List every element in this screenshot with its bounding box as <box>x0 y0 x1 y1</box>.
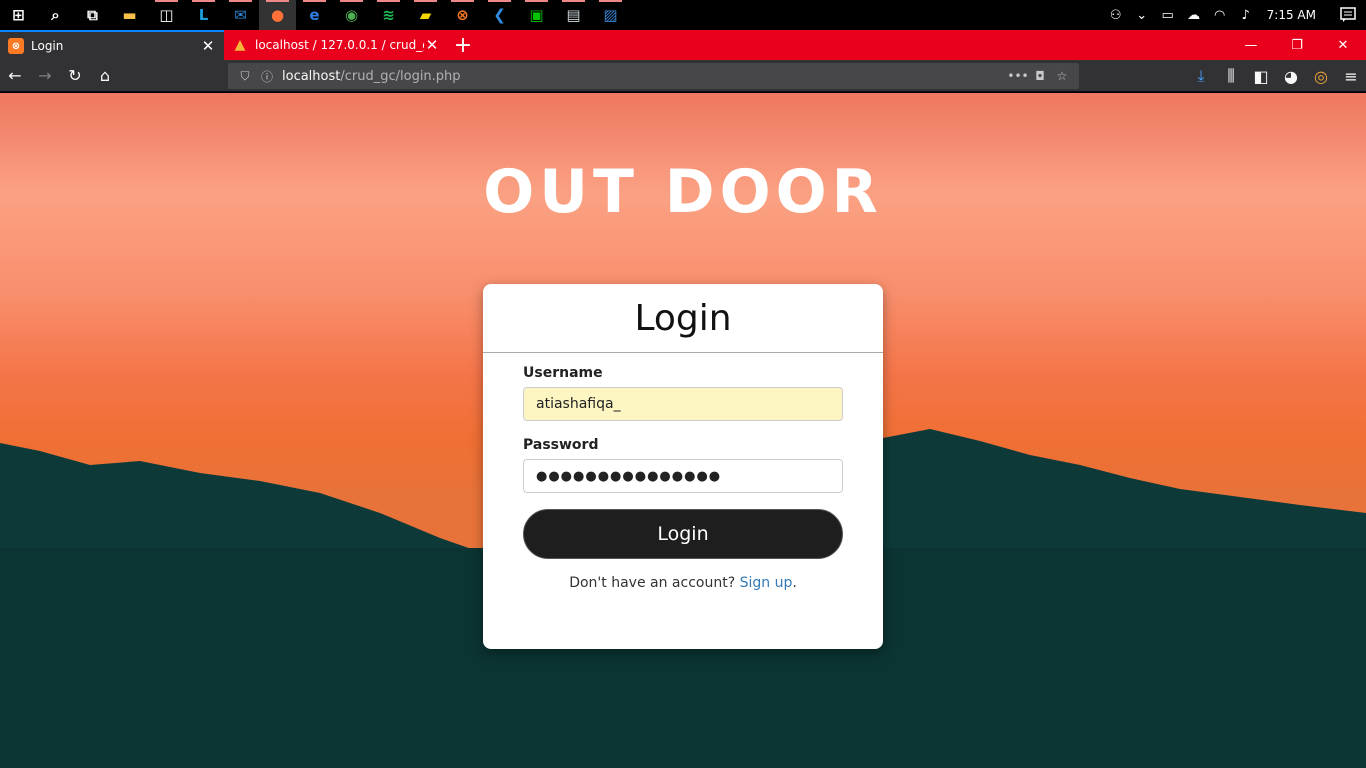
signup-prompt: Don't have an account? Sign up. <box>523 575 843 591</box>
mail-icon-glyph: ✉ <box>234 6 247 24</box>
password-label: Password <box>523 437 599 453</box>
login-button[interactable]: Login <box>523 509 843 559</box>
windows-taskbar: ⊞ ⌕ ⧉ ▬ ◫ L ✉ ● e ◉ ≋ ▰ ⊗ ❮ ▣ ▤ ▨ ⚇ ⌄ ▭ ☁ ◠ ♪ 7:15 AM <box>0 0 1366 30</box>
tracking-shield-icon[interactable]: ⛉ <box>234 69 256 84</box>
phpmyadmin-favicon-icon: ▲ <box>234 37 246 53</box>
task-view-icon-glyph: ⧉ <box>87 6 98 24</box>
xampp-icon-glyph: ⊗ <box>456 6 469 24</box>
tab-phpmyadmin[interactable]: ▲ localhost / 127.0.0.1 / crud_gc | p ✕ <box>224 30 448 60</box>
file-explorer-icon-glyph: ▬ <box>122 6 137 24</box>
mail-icon[interactable]: ✉ <box>222 0 259 30</box>
app-l-icon-glyph: L <box>198 6 209 24</box>
username-label: Username <box>523 365 603 381</box>
chrome-icon[interactable]: ◉ <box>333 0 370 30</box>
photos-icon[interactable]: ▨ <box>592 0 629 30</box>
line-icon[interactable]: ▣ <box>518 0 555 30</box>
reload-icon[interactable]: ↻ <box>60 60 90 92</box>
store-icon[interactable]: ◫ <box>148 0 185 30</box>
browser-nav-bar: ← → ↻ ⌂ ⛉ ⓘ localhost/crud_gc/login.php … <box>0 60 1366 92</box>
search-icon[interactable]: ⌕ <box>37 0 74 30</box>
close-window-icon[interactable]: ✕ <box>1320 30 1366 60</box>
login-form: Username atiashafiqa_ Password ●●●●●●●●●… <box>483 353 883 591</box>
people-icon[interactable]: ⚇ <box>1103 0 1129 30</box>
sticky-notes-icon[interactable]: ▰ <box>407 0 444 30</box>
page-viewport: OUT DOOR Login Username atiashafiqa_ Pas… <box>0 93 1366 768</box>
vscode-icon[interactable]: ❮ <box>481 0 518 30</box>
menu-icon[interactable]: ≡ <box>1336 60 1366 92</box>
extension-icon[interactable]: ◎ <box>1306 60 1336 92</box>
firefox-icon-glyph: ● <box>270 6 285 24</box>
window-controls: — ❐ ✕ <box>1228 30 1366 60</box>
back-icon[interactable]: ← <box>0 60 30 92</box>
clock[interactable]: 7:15 AM <box>1259 8 1330 22</box>
xampp-icon[interactable]: ⊗ <box>444 0 481 30</box>
photos-icon-glyph: ▨ <box>603 6 618 24</box>
line-icon-glyph: ▣ <box>529 6 544 24</box>
bookmark-star-icon[interactable]: ☆ <box>1051 69 1073 83</box>
site-info-icon[interactable]: ⓘ <box>256 68 278 85</box>
login-card: Login Username atiashafiqa_ Password ●●●… <box>483 284 883 649</box>
notifications-icon[interactable] <box>1330 0 1366 30</box>
signup-link[interactable]: Sign up <box>740 575 793 591</box>
firefox-icon[interactable]: ● <box>259 0 296 30</box>
onedrive-cloud-icon[interactable]: ☁ <box>1181 0 1207 30</box>
minimize-icon[interactable]: — <box>1228 30 1274 60</box>
browser-tab-bar: ⊗ Login ✕ ▲ localhost / 127.0.0.1 / crud… <box>0 30 1366 60</box>
battery-icon[interactable]: ▭ <box>1155 0 1181 30</box>
close-tab-icon[interactable]: ✕ <box>200 37 216 55</box>
wifi-icon[interactable]: ◠ <box>1207 0 1233 30</box>
close-tab-icon[interactable]: ✕ <box>424 36 440 54</box>
card-title: Login <box>483 284 883 353</box>
url-path: /crud_gc/login.php <box>340 68 461 84</box>
edge-icon[interactable]: e <box>296 0 333 30</box>
spotify-icon[interactable]: ≋ <box>370 0 407 30</box>
chevron-up-icon[interactable]: ⌄ <box>1129 0 1155 30</box>
url-bar[interactable]: ⛉ ⓘ localhost/crud_gc/login.php ••• ◘ ☆ <box>228 63 1079 89</box>
notepad-icon-glyph: ▤ <box>566 6 581 24</box>
sticky-notes-icon-glyph: ▰ <box>419 6 432 24</box>
tab-login[interactable]: ⊗ Login ✕ <box>0 30 224 60</box>
library-icon[interactable]: ⫼ <box>1216 60 1246 92</box>
notepad-icon[interactable]: ▤ <box>555 0 592 30</box>
username-input[interactable]: atiashafiqa_ <box>523 387 843 421</box>
signup-text: Don't have an account? <box>569 575 736 591</box>
vscode-icon-glyph: ❮ <box>493 6 506 24</box>
password-input[interactable]: ●●●●●●●●●●●●●●● <box>523 459 843 493</box>
home-icon[interactable]: ⌂ <box>90 60 120 92</box>
tab-title: Login <box>31 39 64 53</box>
edge-icon-glyph: e <box>309 6 320 24</box>
chrome-icon-glyph: ◉ <box>344 6 359 24</box>
page-actions-icon[interactable]: ••• <box>1007 69 1029 83</box>
new-tab-button[interactable]: + <box>448 30 478 60</box>
restore-icon[interactable]: ❐ <box>1274 30 1320 60</box>
downloads-icon[interactable]: ⤓ <box>1186 60 1216 92</box>
tab-title: localhost / 127.0.0.1 / crud_gc | p <box>255 38 424 52</box>
brand-title: OUT DOOR <box>483 157 883 227</box>
windows-start-icon-glyph: ⊞ <box>12 6 25 24</box>
app-l-icon[interactable]: L <box>185 0 222 30</box>
search-icon-glyph: ⌕ <box>51 6 60 24</box>
volume-icon[interactable]: ♪ <box>1233 0 1259 30</box>
url-text: localhost/crud_gc/login.php <box>282 69 461 84</box>
account-icon[interactable]: ◕ <box>1276 60 1306 92</box>
signup-period: . <box>792 575 797 591</box>
taskbar-icons: ⊞ ⌕ ⧉ ▬ ◫ L ✉ ● e ◉ ≋ ▰ ⊗ ❮ ▣ ▤ ▨ <box>0 0 629 30</box>
file-explorer-icon[interactable]: ▬ <box>111 0 148 30</box>
task-view-icon[interactable]: ⧉ <box>74 0 111 30</box>
store-icon-glyph: ◫ <box>159 6 174 24</box>
spotify-icon-glyph: ≋ <box>382 6 395 24</box>
xampp-favicon-icon: ⊗ <box>8 38 24 54</box>
toolbar-right: ⤓ ⫼ ◧ ◕ ◎ ≡ <box>1186 60 1366 92</box>
system-tray: ⚇ ⌄ ▭ ☁ ◠ ♪ 7:15 AM <box>1103 0 1366 30</box>
url-host: localhost <box>282 68 341 84</box>
forward-icon[interactable]: → <box>30 60 60 92</box>
windows-start-icon[interactable]: ⊞ <box>0 0 37 30</box>
sidebar-icon[interactable]: ◧ <box>1246 60 1276 92</box>
pocket-icon[interactable]: ◘ <box>1029 69 1051 83</box>
